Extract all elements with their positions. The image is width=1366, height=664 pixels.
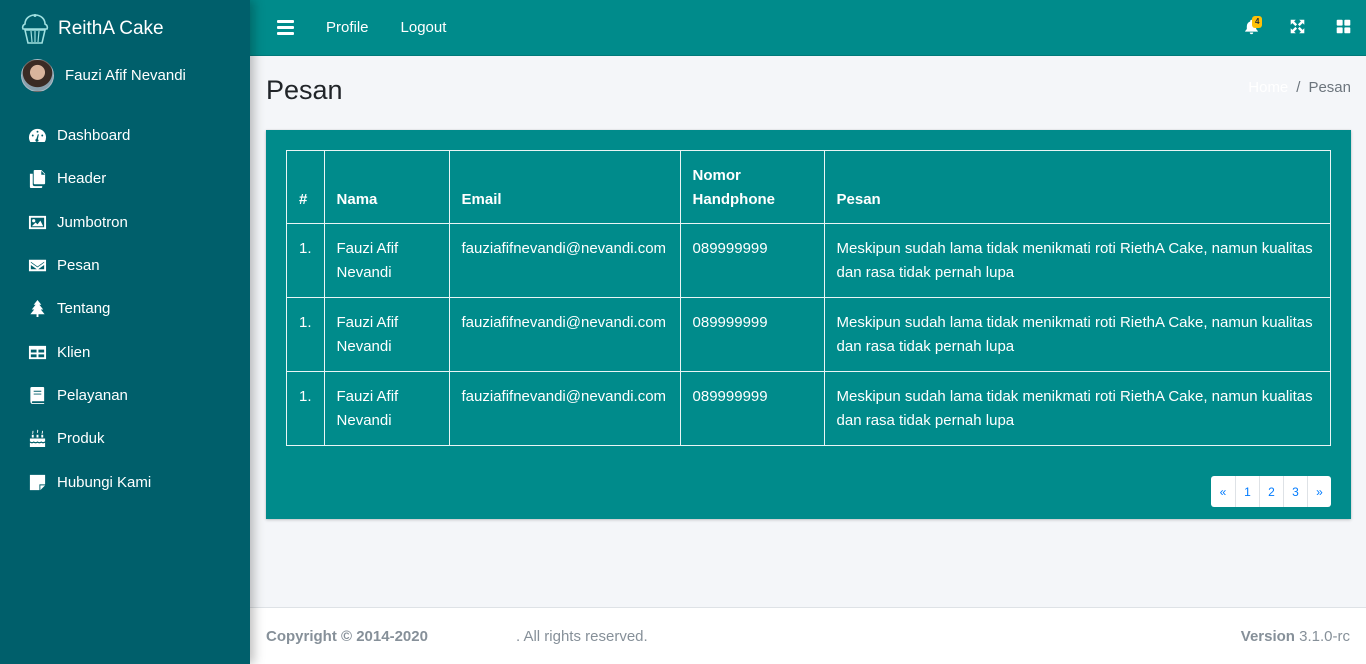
cell-pesan: Meskipun sudah lama tidak menikmati roti… [823,297,1332,372]
cell-email: fauziafifnevandi@nevandi.com [448,297,681,372]
hamburger-menu-icon[interactable] [270,13,300,43]
copy-icon [27,169,47,189]
pagination-page-2[interactable]: 2 [1259,476,1283,507]
footer-copyright: Copyright © 2014-2020 . All rights reserv… [266,628,648,645]
main-sidebar: ReithA Cake Fauzi Afif Nevandi Dashboard… [0,0,250,664]
column-header-number: # [286,150,325,224]
sidebar-item-hubungi-kami[interactable]: Hubungi Kami [0,460,250,503]
sidebar-item-label: Pelayanan [57,386,128,404]
rights-text: . All rights reserved. [515,628,648,645]
cell-handphone: 089999999 [679,371,825,446]
cell-pesan: Meskipun sudah lama tidak menikmati roti… [823,371,1332,446]
user-avatar [21,58,54,92]
cell-number: 1. [286,297,325,372]
breadcrumb-home-link[interactable]: Home [1248,79,1288,96]
sidebar-item-label: Hubungi Kami [57,473,152,491]
table-row: 1. Fauzi Afif Nevandi fauziafifnevandi@n… [286,371,1332,446]
sidebar-item-label: Pesan [57,257,100,275]
th-large-icon [1335,18,1352,39]
navbar-right: 4 [1228,0,1366,56]
cell-handphone: 089999999 [679,297,825,372]
sidebar-item-label: Tentang [57,300,111,318]
table-icon [27,342,47,362]
table-header-row: # Nama Email Nomor Handphone Pesan [286,150,1332,224]
column-header-nomor-handphone: Nomor Handphone [679,150,825,224]
sidebar-item-label: Dashboard [57,127,131,145]
sticky-note-icon [27,472,47,492]
cupcake-logo-icon [21,13,49,45]
messages-table: # Nama Email Nomor Handphone Pesan 1. Fa… [286,150,1332,446]
expand-arrows-icon [1289,18,1306,39]
cell-number: 1. [286,371,325,446]
breadcrumb-active: Pesan [1308,79,1351,96]
sidebar-item-jumbotron[interactable]: Jumbotron [0,201,250,244]
tree-icon [27,299,47,319]
cell-nama: Fauzi Afif Nevandi [323,297,450,372]
pagination-next[interactable]: » [1307,476,1331,507]
breadcrumb: Home / Pesan [1248,79,1351,96]
breadcrumb-separator: / [1296,79,1301,96]
sidebar-item-label: Produk [57,430,105,448]
cell-email: fauziafifnevandi@nevandi.com [448,371,681,446]
column-header-pesan: Pesan [823,150,1332,224]
birthday-cake-icon [27,429,47,449]
fullscreen-button[interactable] [1274,0,1320,56]
sidebar-item-produk[interactable]: Produk [0,417,250,460]
column-header-nama: Nama [323,150,450,224]
version-label: Version [1240,628,1295,645]
table-row: 1. Fauzi Afif Nevandi fauziafifnevandi@n… [286,223,1332,298]
notification-badge: 4 [1252,16,1263,28]
book-icon [27,385,47,405]
cell-number: 1. [286,223,325,298]
sidebar-item-tentang[interactable]: Tentang [0,287,250,330]
envelope-icon [27,256,47,276]
content-header: Pesan Home / Pesan [266,72,1351,112]
tachometer-icon [27,126,47,146]
column-header-email: Email [448,150,681,224]
user-name[interactable]: Fauzi Afif Nevandi [65,67,186,84]
profile-link[interactable]: Profile [320,19,375,36]
copyright-text: Copyright © 2014-2020 [266,628,428,645]
footer-version: Version 3.1.0-rc [1241,628,1350,645]
sidebar-item-label: Header [57,170,107,188]
cell-handphone: 089999999 [679,223,825,298]
messages-card: # Nama Email Nomor Handphone Pesan 1. Fa… [266,130,1351,519]
table-row: 1. Fauzi Afif Nevandi fauziafifnevandi@n… [286,297,1332,372]
pagination: « 1 2 3 » [1211,476,1331,507]
sidebar-item-klien[interactable]: Klien [0,330,250,373]
notifications-button[interactable]: 4 [1228,0,1274,56]
cell-pesan: Meskipun sudah lama tidak menikmati roti… [823,223,1332,298]
sidebar-item-label: Klien [57,343,91,361]
control-sidebar-button[interactable] [1320,0,1366,56]
user-panel[interactable]: Fauzi Afif Nevandi [0,57,250,93]
pagination-page-1[interactable]: 1 [1235,476,1259,507]
sidebar-item-dashboard[interactable]: Dashboard [0,114,250,157]
sidebar-item-label: Jumbotron [57,213,128,231]
page-title: Pesan [266,75,343,105]
pagination-page-3[interactable]: 3 [1283,476,1307,507]
version-value: 3.1.0-rc [1299,628,1350,645]
cell-nama: Fauzi Afif Nevandi [323,223,450,298]
image-icon [27,212,47,232]
sidebar-item-header[interactable]: Header [0,157,250,200]
sidebar-item-pelayanan[interactable]: Pelayanan [0,374,250,417]
brand-link[interactable]: ReithA Cake [0,0,250,57]
top-navbar: Profile Logout 4 [250,0,1366,56]
brand-text: ReithA Cake [58,17,164,39]
logout-link[interactable]: Logout [395,19,453,36]
sidebar-item-pesan[interactable]: Pesan [0,244,250,287]
cell-email: fauziafifnevandi@nevandi.com [448,223,681,298]
main-footer: Copyright © 2014-2020 . All rights reserv… [250,607,1366,664]
pagination-prev[interactable]: « [1211,476,1235,507]
sidebar-nav: Dashboard Header Jumbotron Pesan Tentang… [0,114,250,504]
cell-nama: Fauzi Afif Nevandi [323,371,450,446]
